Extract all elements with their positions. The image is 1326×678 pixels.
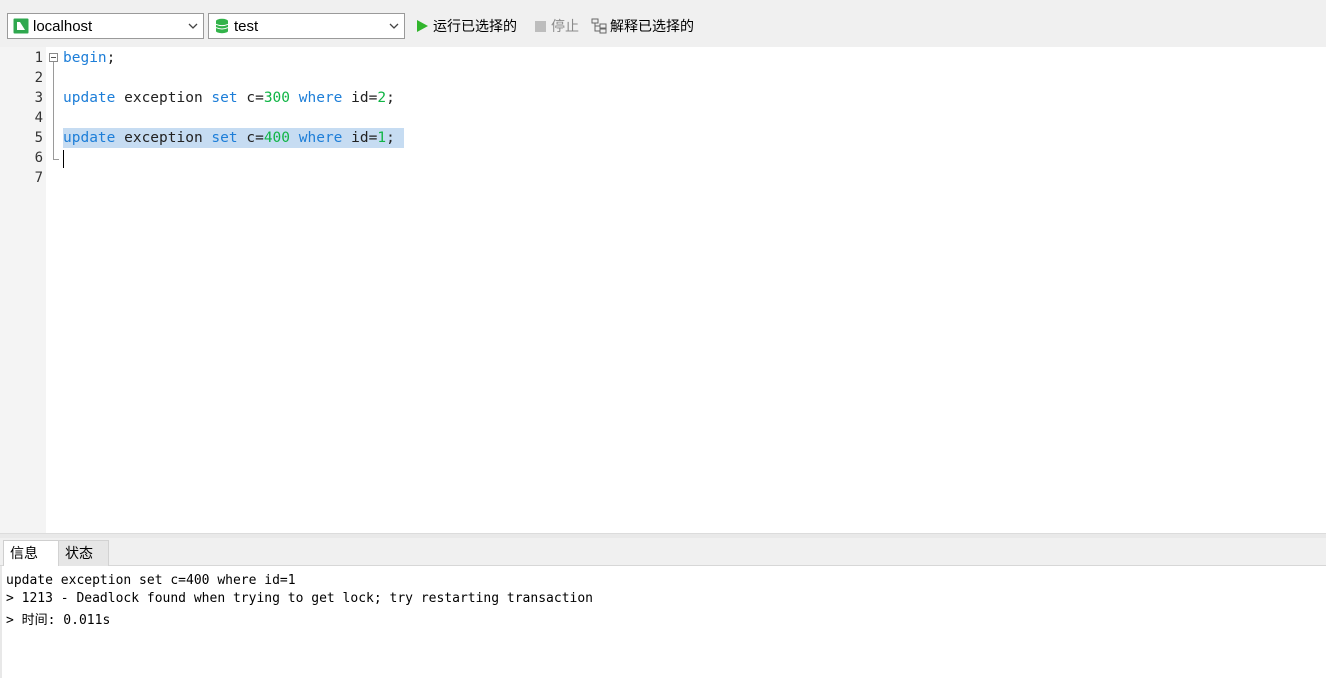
connection-select[interactable]: localhost bbox=[7, 13, 204, 39]
play-icon bbox=[417, 20, 428, 32]
chevron-down-icon bbox=[188, 23, 198, 29]
code-line: 2 bbox=[0, 68, 1326, 88]
sql-text: ; bbox=[106, 50, 116, 66]
line-number: 4 bbox=[34, 110, 43, 126]
line-number: 7 bbox=[34, 170, 43, 186]
stop-icon bbox=[535, 20, 546, 32]
code-line: 4 bbox=[0, 108, 1326, 128]
sql-keyword: begin bbox=[63, 50, 107, 66]
explain-selected-button[interactable]: 解释已选择的 bbox=[591, 13, 694, 39]
sql-text: exception bbox=[115, 90, 212, 106]
code-line: 1 begin; bbox=[0, 48, 1326, 68]
code-line: 6 bbox=[0, 148, 1326, 168]
stop-label: 停止 bbox=[551, 18, 579, 34]
sql-keyword: set bbox=[211, 130, 238, 146]
text-selection: update exception set c=400 where id=1; bbox=[63, 128, 404, 148]
sql-editor[interactable]: 1 begin; 2 3 update exception set c=300 … bbox=[0, 47, 1326, 533]
code-line-selected: 5 update exception set c=400 where id=1; bbox=[0, 128, 1326, 148]
run-selected-label: 运行已选择的 bbox=[433, 18, 517, 34]
sql-text: ; bbox=[386, 130, 404, 146]
result-tabs: 信息 状态 bbox=[0, 538, 1326, 566]
sql-number: 400 bbox=[263, 130, 291, 146]
database-name: test bbox=[234, 17, 259, 35]
line-number: 1 bbox=[34, 50, 43, 66]
text-caret bbox=[63, 150, 64, 168]
stop-button[interactable]: 停止 bbox=[534, 13, 579, 39]
sql-keyword: update bbox=[63, 130, 116, 146]
sql-text: c= bbox=[237, 130, 264, 146]
sql-keyword: where bbox=[298, 130, 343, 146]
sql-text: id= bbox=[342, 130, 378, 146]
tab-status-label: 状态 bbox=[65, 545, 93, 561]
database-icon bbox=[215, 18, 229, 34]
sql-number: 1 bbox=[377, 130, 387, 146]
run-selected-button[interactable]: 运行已选择的 bbox=[415, 13, 517, 39]
connection-name: localhost bbox=[33, 17, 93, 35]
line-number: 6 bbox=[34, 150, 43, 166]
tab-status[interactable]: 状态 bbox=[58, 540, 109, 566]
sql-text: ; bbox=[386, 90, 395, 106]
line-number: 2 bbox=[34, 70, 43, 86]
tab-info-label: 信息 bbox=[10, 545, 38, 561]
line-number: 3 bbox=[34, 90, 43, 106]
connection-icon bbox=[13, 18, 29, 34]
tab-info[interactable]: 信息 bbox=[3, 540, 59, 566]
explain-icon bbox=[591, 18, 607, 34]
sql-number: 300 bbox=[263, 90, 291, 106]
sql-keyword: update bbox=[63, 90, 116, 106]
sql-number: 2 bbox=[377, 90, 387, 106]
sql-keyword: where bbox=[298, 90, 343, 106]
message-line: > 时间: 0.011s bbox=[6, 613, 111, 628]
line-number: 5 bbox=[34, 130, 43, 146]
sql-keyword: set bbox=[211, 90, 238, 106]
database-select[interactable]: test bbox=[208, 13, 405, 39]
code-line: 7 bbox=[0, 168, 1326, 188]
chevron-down-icon bbox=[389, 23, 399, 29]
result-panel: 信息 状态 update exception set c=400 where i… bbox=[0, 538, 1326, 678]
query-toolbar: localhost test 运行已选择的 停止 解释已选择的 bbox=[0, 5, 1326, 47]
message-line: > 1213 - Deadlock found when trying to g… bbox=[6, 591, 593, 606]
explain-selected-label: 解释已选择的 bbox=[610, 18, 694, 34]
sql-text: exception bbox=[115, 130, 212, 146]
message-line: update exception set c=400 where id=1 bbox=[6, 573, 296, 588]
code-line: 3 update exception set c=300 where id=2; bbox=[0, 88, 1326, 108]
panel-left-border bbox=[0, 566, 2, 678]
sql-text: id= bbox=[342, 90, 378, 106]
sql-text: c= bbox=[237, 90, 264, 106]
